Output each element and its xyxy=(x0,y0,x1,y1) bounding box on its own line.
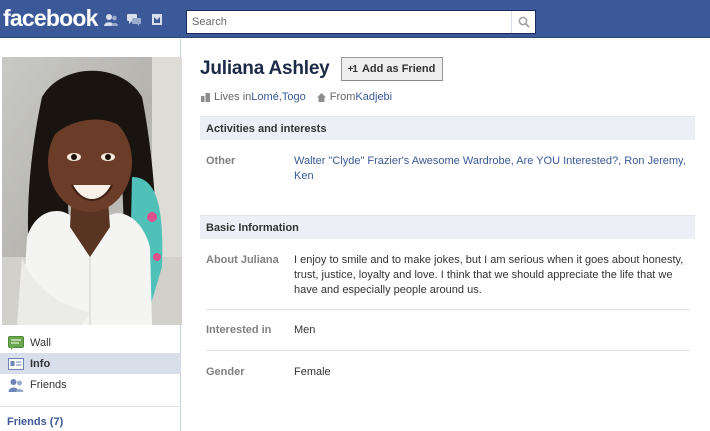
search-button[interactable] xyxy=(511,11,535,33)
sidebar-item-wall[interactable]: Wall xyxy=(0,332,181,353)
profile-name: Juliana Ashley xyxy=(200,58,330,79)
add-friend-icon: +1 xyxy=(347,63,358,75)
profile-subline: Lives in Lomé , Togo From Kadjebi xyxy=(201,91,392,103)
friend-requests-icon[interactable] xyxy=(103,13,119,27)
profile-picture[interactable] xyxy=(2,57,182,325)
interested-label: Interested in xyxy=(206,324,272,336)
sidebar-item-info[interactable]: Info xyxy=(0,353,181,374)
about-label: About Juliana xyxy=(206,254,279,266)
other-links[interactable]: Walter "Clyde" Frazier's Awesome Wardrob… xyxy=(294,155,686,182)
gender-label: Gender xyxy=(206,366,245,378)
divider xyxy=(206,309,690,310)
facebook-logo[interactable]: facebook xyxy=(3,5,98,32)
lives-country-link[interactable]: Togo xyxy=(282,91,306,103)
sidebar-item-label: Info xyxy=(30,357,51,370)
sidebar-item-friends[interactable]: Friends xyxy=(0,374,181,395)
row-about: About Juliana I enjoy to smile and to ma… xyxy=(206,253,690,299)
row-gender: Gender Female xyxy=(206,365,690,381)
from-place-link[interactable]: Kadjebi xyxy=(355,91,392,103)
left-sidebar: Wall Info Friends Friends (7) xyxy=(0,39,182,431)
search-input[interactable] xyxy=(187,11,512,33)
lives-city-link[interactable]: Lomé xyxy=(251,91,279,103)
interested-value: Men xyxy=(294,324,316,336)
profile-header: Juliana Ashley +1 Add as Friend xyxy=(200,57,444,81)
lives-prefix: Lives in xyxy=(214,91,252,103)
other-label: Other xyxy=(206,155,236,167)
search-box xyxy=(186,10,536,34)
from-prefix: From xyxy=(329,91,356,103)
search-icon xyxy=(518,16,530,28)
row-interested-in: Interested in Men xyxy=(206,323,690,339)
friends-icon xyxy=(8,378,24,392)
info-icon xyxy=(8,357,24,371)
friends-count-link[interactable]: Friends (7) xyxy=(7,416,63,428)
messages-icon[interactable] xyxy=(126,13,142,27)
add-friend-label: Add as Friend xyxy=(361,63,436,75)
notifications-icon[interactable] xyxy=(149,13,165,27)
buildings-icon xyxy=(201,92,210,102)
add-friend-button[interactable]: +1 Add as Friend xyxy=(340,57,444,81)
profile-nav: Wall Info Friends xyxy=(0,332,181,395)
row-other: Other Walter "Clyde" Frazier's Awesome W… xyxy=(206,154,690,186)
section-activities-header: Activities and interests xyxy=(200,116,695,140)
section-basic-header: Basic Information xyxy=(200,215,695,239)
top-bar: facebook xyxy=(0,0,710,38)
gender-value: Female xyxy=(294,366,331,378)
divider xyxy=(206,350,690,351)
sidebar-item-label: Wall xyxy=(30,336,51,349)
home-icon xyxy=(316,92,326,102)
about-value: I enjoy to smile and to make jokes, but … xyxy=(294,254,684,296)
other-value: Walter "Clyde" Frazier's Awesome Wardrob… xyxy=(294,154,690,184)
divider xyxy=(0,406,181,407)
wall-icon xyxy=(8,335,24,350)
sidebar-item-label: Friends xyxy=(30,378,67,391)
